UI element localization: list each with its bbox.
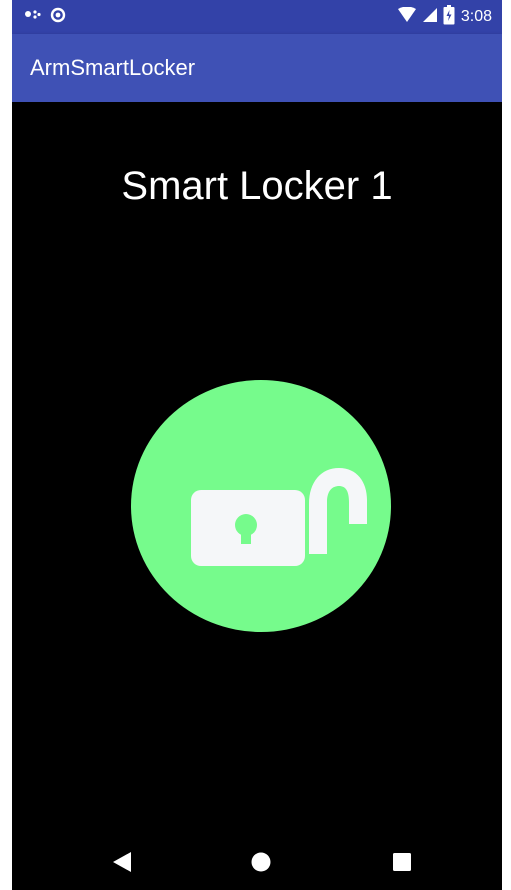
wifi-icon [397, 6, 417, 28]
back-button[interactable] [108, 848, 136, 876]
home-button[interactable] [247, 848, 275, 876]
back-icon [113, 852, 131, 872]
recents-icon [393, 853, 411, 871]
locker-name: Smart Locker 1 [121, 164, 393, 208]
recents-button[interactable] [388, 848, 416, 876]
navigation-bar [12, 810, 502, 890]
unlocked-padlock-icon [131, 380, 391, 632]
phone-screen: 3:08 ArmSmartLocker Smart Locker 1 [12, 0, 502, 890]
status-right-icons: 3:08 [397, 4, 492, 30]
notification-dots-icon [24, 8, 42, 27]
app-bar: ArmSmartLocker [12, 34, 502, 102]
status-time: 3:08 [460, 8, 492, 25]
lock-toggle-button[interactable] [131, 380, 391, 632]
battery-icon [443, 4, 455, 30]
main-content: Smart Locker 1 [12, 102, 502, 810]
status-left-icons [24, 7, 66, 28]
sync-circle-icon [50, 7, 66, 28]
signal-icon [422, 7, 437, 28]
home-icon [251, 852, 271, 872]
status-bar: 3:08 [12, 0, 502, 34]
app-title: ArmSmartLocker [30, 55, 196, 80]
